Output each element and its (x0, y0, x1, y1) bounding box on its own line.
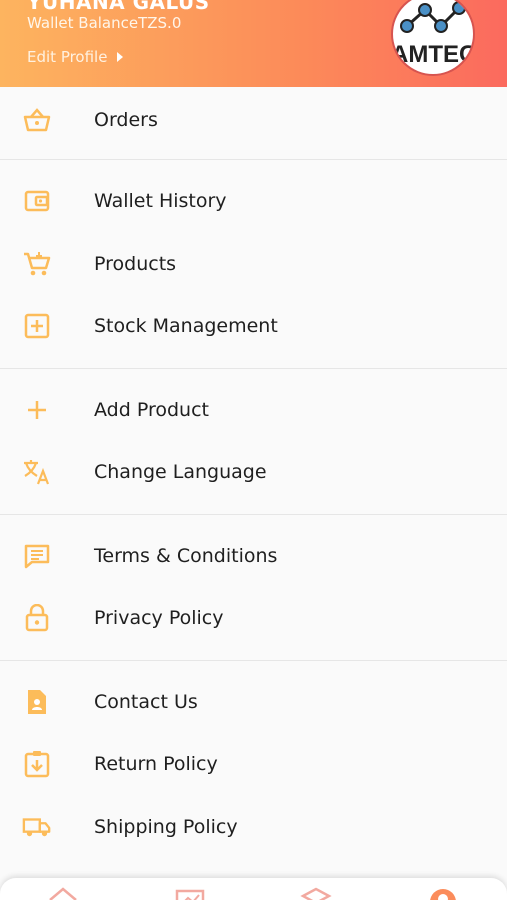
wallet-balance: Wallet BalanceTZS.0 (27, 14, 182, 32)
logo-text: AMTEC (393, 41, 475, 68)
translate-icon (22, 457, 52, 487)
menu-label-shipping-policy: Shipping Policy (94, 815, 238, 838)
menu-label-orders: Orders (94, 109, 158, 131)
menu-label-products: Products (94, 252, 177, 275)
menu-item-shipping-policy[interactable]: Shipping Policy (0, 796, 507, 859)
menu-label-terms: Terms & Conditions (94, 544, 278, 567)
menu-label-add-product: Add Product (94, 398, 209, 421)
divider (0, 159, 507, 160)
basket-icon (22, 105, 52, 135)
box-icon[interactable] (300, 886, 332, 900)
menu-label-privacy: Privacy Policy (94, 607, 224, 630)
chat-list-icon (22, 541, 52, 571)
menu-item-wallet-history[interactable]: Wallet History (0, 170, 507, 233)
edit-profile-label: Edit Profile (27, 48, 108, 66)
divider (0, 659, 507, 661)
menu-item-privacy[interactable]: Privacy Policy (0, 587, 507, 650)
profile-header: YUHANA GALUS Wallet BalanceTZS.0 Edit Pr… (0, 0, 507, 87)
divider (0, 367, 507, 369)
menu-label-stock-management: Stock Management (94, 315, 278, 338)
contact-card-icon (22, 687, 52, 717)
wallet-icon (22, 186, 52, 216)
cart-icon (22, 249, 52, 279)
plus-box-icon (22, 311, 52, 341)
menu-item-contact[interactable]: Contact Us (0, 671, 507, 734)
menu-item-terms[interactable]: Terms & Conditions (0, 525, 507, 588)
menu-label-contact: Contact Us (94, 690, 198, 713)
edit-profile-link[interactable]: Edit Profile (27, 46, 124, 68)
caret-right-icon (117, 52, 124, 62)
menu-label-change-language: Change Language (94, 461, 267, 484)
logo-graph-icon: AMTEC (393, 1, 475, 68)
company-logo[interactable]: AMTEC (391, 0, 475, 76)
profile-icon[interactable] (427, 886, 459, 900)
lock-icon (22, 603, 52, 633)
chart-icon[interactable] (174, 886, 206, 900)
clipboard-download-icon (22, 749, 52, 779)
divider (0, 513, 507, 515)
menu-label-return-policy: Return Policy (94, 753, 218, 776)
user-name: YUHANA GALUS (27, 0, 210, 14)
menu-item-return-policy[interactable]: Return Policy (0, 733, 507, 796)
menu-item-change-language[interactable]: Change Language (0, 441, 507, 504)
menu-item-orders[interactable]: Orders (0, 87, 507, 153)
bottom-navigation (0, 878, 507, 900)
menu-item-products[interactable]: Products (0, 233, 507, 296)
home-icon[interactable] (47, 886, 79, 900)
menu-label-wallet-history: Wallet History (94, 190, 227, 213)
truck-icon (22, 812, 52, 842)
menu-item-stock-management[interactable]: Stock Management (0, 295, 507, 358)
menu-item-add-product[interactable]: Add Product (0, 379, 507, 442)
side-menu: Orders Wallet History Products Stock Man… (0, 87, 507, 858)
plus-icon (22, 395, 52, 425)
